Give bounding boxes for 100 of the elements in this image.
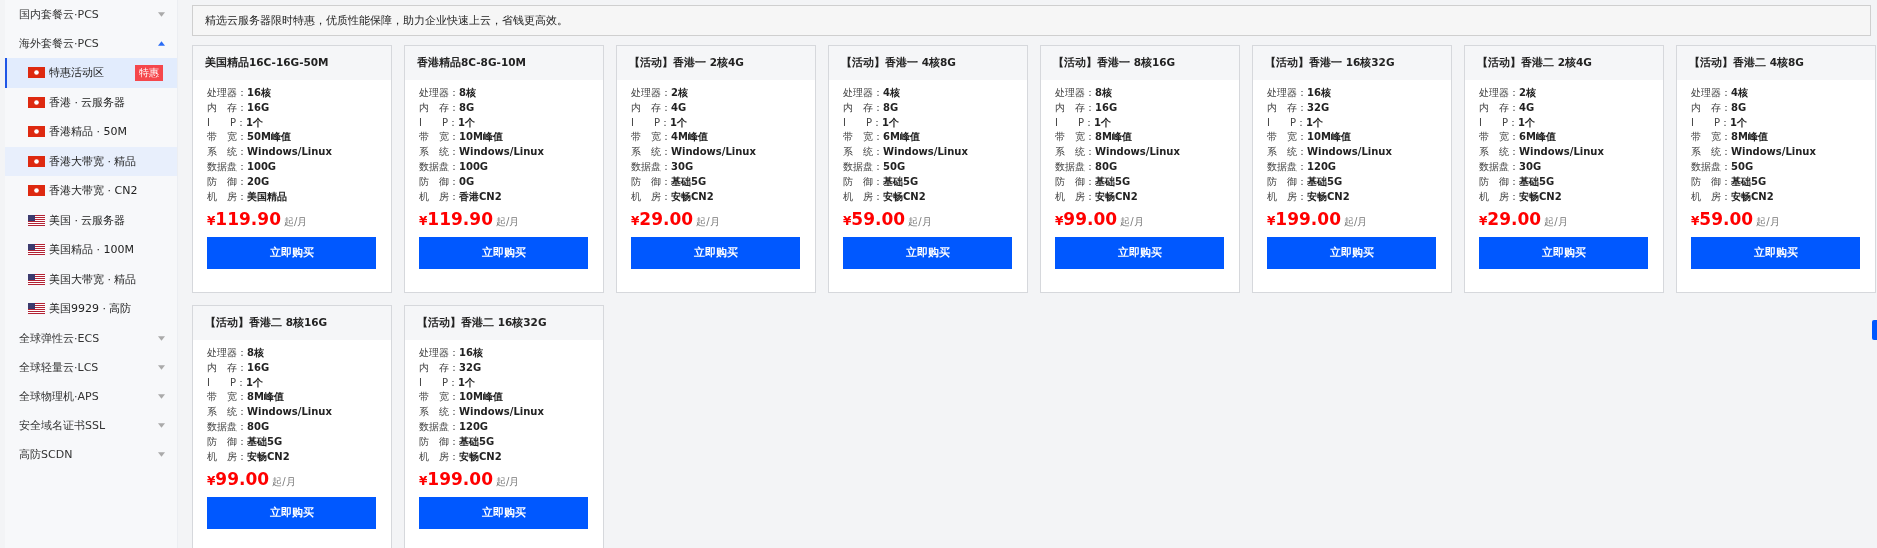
menu-item[interactable]: 美国精品 · 100M <box>5 235 177 265</box>
menu-item[interactable]: 香港精品 · 50M <box>5 117 177 147</box>
product-title: 【活动】香港二 16核32G <box>417 316 547 330</box>
menu-group[interactable]: 高防SCDN <box>5 439 177 469</box>
spec-label: 机 房： <box>207 450 247 462</box>
spec-label: 防 御： <box>419 435 459 447</box>
price-unit: 起/月 <box>1120 215 1144 230</box>
spec-label: I P： <box>631 116 670 128</box>
currency-symbol: ¥ <box>419 214 428 229</box>
spec-value: 基础5G <box>1519 175 1555 187</box>
spec-value: 50G <box>1731 161 1754 172</box>
spec-value: 30G <box>1519 161 1542 172</box>
spec-label: 数据盘： <box>419 161 459 172</box>
menu-item[interactable]: 美国9929 · 高防 <box>5 294 177 324</box>
caret-icon <box>158 335 165 341</box>
price: 29.00 <box>639 209 694 230</box>
buy-button[interactable]: 立即购买 <box>207 497 376 530</box>
spec-value: Windows/Linux <box>883 146 968 158</box>
price-unit: 起/月 <box>272 475 296 490</box>
spec-label: 带 宽： <box>1691 131 1731 143</box>
spec-value: 8核 <box>459 87 476 98</box>
spec-label: 机 房： <box>1691 190 1731 202</box>
spec-label: 系 统： <box>843 146 883 158</box>
spec-label: I P： <box>207 376 246 388</box>
spec-label: 带 宽： <box>419 131 459 143</box>
spec-label: 数据盘： <box>1267 161 1307 172</box>
spec-label: 机 房： <box>207 190 247 202</box>
spec-value: 32G <box>1307 101 1330 113</box>
spec-value: 100G <box>459 161 489 172</box>
spec-value: 基础5G <box>671 175 707 187</box>
spec-label: 处理器： <box>843 87 883 98</box>
spec-label: 机 房： <box>419 190 459 202</box>
spec-value: Windows/Linux <box>1519 146 1604 158</box>
menu-group[interactable]: 海外套餐云·PCS <box>5 29 177 58</box>
spec-value: 80G <box>1095 161 1118 172</box>
currency-symbol: ¥ <box>419 474 428 489</box>
buy-button[interactable]: 立即购买 <box>419 497 588 530</box>
price: 99.00 <box>215 469 270 490</box>
spec-label: 内 存： <box>419 101 459 113</box>
menu-group[interactable]: 全球弹性云·ECS <box>5 323 177 353</box>
product-title: 【活动】香港二 4核8G <box>1689 56 1804 70</box>
spec-value: 16核 <box>247 87 271 98</box>
spec-value: 基础5G <box>459 435 495 447</box>
spec-label: 带 宽： <box>1267 131 1307 143</box>
spec-label: I P： <box>419 116 458 128</box>
spec-value: 16G <box>247 361 270 373</box>
menu-item[interactable]: 特惠活动区 特惠 <box>5 58 177 88</box>
buy-button[interactable]: 立即购买 <box>419 237 588 270</box>
spec-value: 1个 <box>1094 116 1111 128</box>
buy-button[interactable]: 立即购买 <box>207 237 376 270</box>
spec-label: 机 房： <box>1479 190 1519 202</box>
price-unit: 起/月 <box>1544 215 1568 230</box>
buy-button[interactable]: 立即购买 <box>631 237 800 270</box>
menu-item[interactable]: 香港大带宽 · CN2 <box>5 176 177 206</box>
spec-label: I P： <box>207 116 246 128</box>
buy-button[interactable]: 立即购买 <box>843 237 1012 270</box>
price: 199.00 <box>427 469 493 490</box>
price-unit: 起/月 <box>495 475 520 490</box>
buy-button[interactable]: 立即购买 <box>1691 237 1860 270</box>
menu-group[interactable]: 全球物理机·APS <box>5 381 177 411</box>
currency-symbol: ¥ <box>1479 214 1488 229</box>
menu-item[interactable]: 美国 · 云服务器 <box>5 205 177 235</box>
spec-label: 数据盘： <box>207 161 247 172</box>
menu-group[interactable]: 全球轻量云·LCS <box>5 352 177 382</box>
spec-value: 8核 <box>247 347 264 358</box>
spec-label: 机 房： <box>1055 190 1095 202</box>
spec-label: 防 御： <box>207 435 247 447</box>
spec-value: 1个 <box>458 376 475 388</box>
spec-label: 防 御： <box>207 175 247 187</box>
product-title: 【活动】香港二 8核16G <box>205 316 328 330</box>
price-unit: 起/月 <box>1343 215 1368 230</box>
spec-value: 1个 <box>1306 116 1323 128</box>
spec-label: 机 房： <box>419 450 459 462</box>
menu-group[interactable]: 国内套餐云·PCS <box>5 0 177 29</box>
spec-label: 内 存： <box>843 101 883 113</box>
striped-flag-icon <box>28 273 45 285</box>
buy-button[interactable]: 立即购买 <box>1267 237 1436 270</box>
spec-value: 1个 <box>246 116 263 128</box>
spec-label: I P： <box>1691 116 1730 128</box>
spec-label: 防 御： <box>1691 175 1731 187</box>
spec-label: 防 御： <box>843 175 883 187</box>
spec-label: 防 御： <box>1479 175 1519 187</box>
spec-value: 10M峰值 <box>1307 131 1351 143</box>
spec-value: Windows/Linux <box>671 146 756 158</box>
spec-label: 系 统： <box>631 146 671 158</box>
menu-item[interactable]: 美国大带宽 · 精品 <box>5 264 177 294</box>
menu-group[interactable]: 安全域名证书SSL <box>5 410 177 440</box>
spec-label: 处理器： <box>207 87 247 98</box>
side-float-button[interactable] <box>1872 320 1877 340</box>
spec-label: 数据盘： <box>419 421 459 432</box>
menu-item[interactable]: 香港 · 云服务器 <box>5 87 177 117</box>
buy-button[interactable]: 立即购买 <box>1055 237 1224 270</box>
spec-value: 1个 <box>458 116 475 128</box>
menu-item[interactable]: 香港大带宽 · 精品 <box>5 146 177 176</box>
product-title: 【活动】香港一 16核32G <box>1265 56 1395 70</box>
buy-button[interactable]: 立即购买 <box>1479 237 1648 270</box>
spec-label: 数据盘： <box>631 161 671 172</box>
price-unit: 起/月 <box>283 215 308 230</box>
spec-label: 系 统： <box>1055 146 1095 158</box>
caret-icon <box>158 364 165 370</box>
